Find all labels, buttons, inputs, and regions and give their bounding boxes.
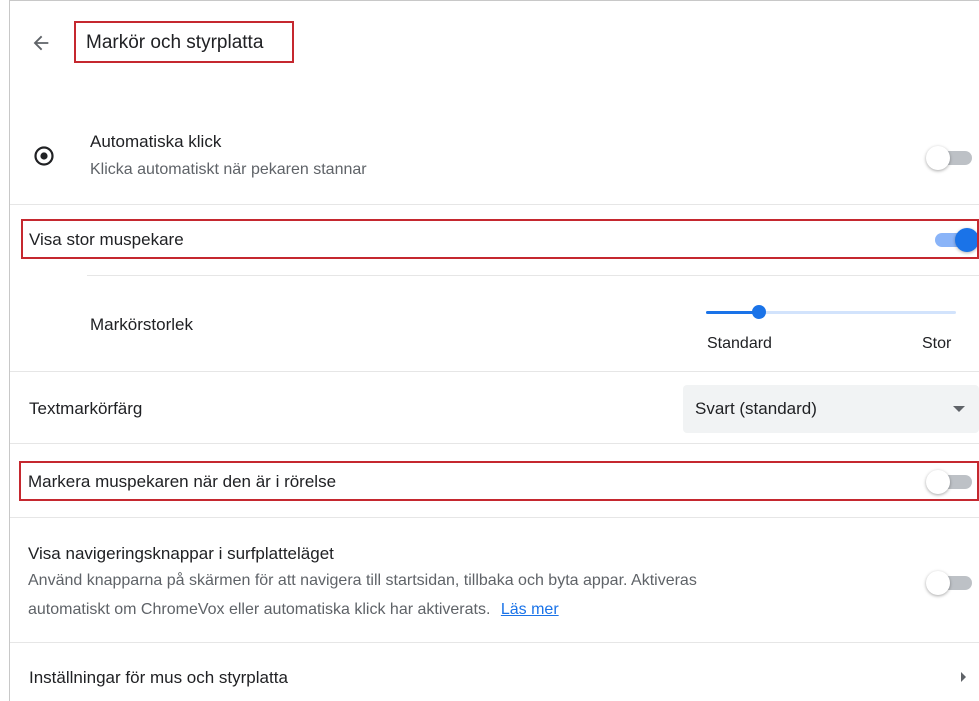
tablet-nav-subtitle-line2: automatiskt om ChromeVox eller automatis… (28, 599, 559, 621)
divider (10, 443, 979, 444)
divider (10, 371, 979, 372)
chevron-right-icon (961, 672, 966, 682)
window-top-border (9, 0, 979, 1)
tablet-nav-title: Visa navigeringsknappar i surfplatteläge… (28, 544, 334, 563)
divider (87, 275, 979, 276)
cursor-size-min-label: Standard (707, 335, 772, 352)
target-icon (34, 146, 54, 166)
highlight-cursor-title: Markera muspekaren när den är i rörelse (28, 472, 337, 491)
text-cursor-color-title: Textmarkörfärg (29, 399, 143, 418)
tablet-nav-toggle[interactable] (926, 570, 976, 596)
cursor-size-title: Markörstorlek (90, 315, 193, 334)
large-cursor-toggle[interactable] (929, 227, 979, 253)
divider (10, 642, 979, 643)
divider (10, 204, 979, 205)
slider-thumb[interactable] (752, 305, 766, 319)
window-left-border (9, 0, 10, 701)
page-title: Markör och styrplatta (86, 32, 264, 53)
tablet-nav-subtitle-text: automatiskt om ChromeVox eller automatis… (28, 601, 491, 618)
cursor-size-slider[interactable] (706, 300, 956, 324)
learn-more-link[interactable]: Läs mer (501, 601, 559, 618)
large-cursor-title: Visa stor muspekare (29, 230, 184, 249)
text-cursor-color-select[interactable]: Svart (standard) (683, 385, 979, 433)
auto-click-subtitle: Klicka automatiskt när pekaren stannar (90, 161, 367, 178)
mouse-touchpad-settings-link[interactable]: Inställningar för mus och styrplatta (29, 667, 288, 689)
caret-down-icon (953, 406, 965, 412)
divider (10, 517, 979, 518)
select-value: Svart (standard) (695, 399, 817, 418)
tablet-nav-subtitle-line1: Använd knapparna på skärmen för att navi… (28, 572, 697, 589)
auto-click-toggle[interactable] (926, 145, 976, 171)
cursor-size-max-label: Stor (922, 335, 952, 352)
arrow-left-icon[interactable] (30, 32, 52, 54)
auto-click-title: Automatiska klick (90, 132, 222, 151)
highlight-cursor-toggle[interactable] (926, 469, 976, 495)
